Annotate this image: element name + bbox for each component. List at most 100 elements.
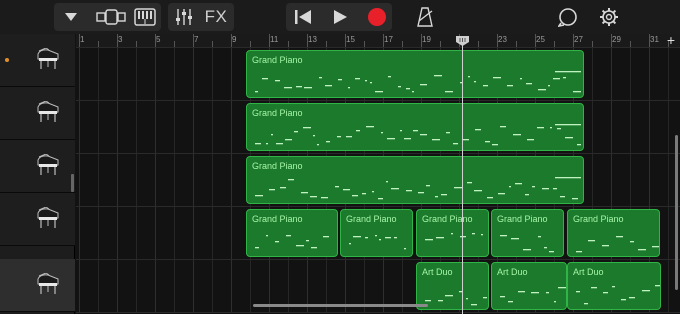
track-header[interactable] <box>0 87 75 140</box>
fx-label: FX <box>204 7 228 26</box>
loop-icon[interactable] <box>555 3 581 31</box>
grid-line <box>155 154 156 206</box>
track-header[interactable] <box>0 259 75 312</box>
playhead-line <box>462 40 463 314</box>
ruler-tick <box>478 41 479 47</box>
midi-region[interactable]: Grand Piano <box>246 103 584 151</box>
grid-line <box>231 207 232 259</box>
midi-region[interactable]: Grand Piano <box>416 209 489 257</box>
grid-line <box>98 48 99 100</box>
grid-line <box>193 260 194 312</box>
grid-line <box>79 207 80 259</box>
ruler-tick <box>516 41 517 47</box>
fx-button[interactable]: FX <box>202 3 230 31</box>
bar-number: 9 <box>232 35 237 44</box>
midi-region[interactable]: Grand Piano <box>246 209 338 257</box>
grid-line <box>98 260 99 312</box>
bar-number: 19 <box>422 35 431 44</box>
ruler-tick <box>554 41 555 47</box>
midi-region[interactable]: Grand Piano <box>246 50 584 98</box>
vertical-scrollbar[interactable] <box>675 135 678 290</box>
keyboard-icon[interactable] <box>132 3 158 31</box>
grid-line <box>212 154 213 206</box>
ruler-tick <box>250 41 251 47</box>
ruler-tick <box>345 34 346 47</box>
region-name: Art Duo <box>573 267 604 277</box>
ruler-tick <box>649 34 650 47</box>
midi-region[interactable]: Art Duo <box>567 262 661 310</box>
grid-line <box>231 260 232 312</box>
grid-line <box>136 48 137 100</box>
grid-line <box>117 154 118 206</box>
region-name: Art Duo <box>422 267 453 277</box>
midi-region[interactable]: Grand Piano <box>246 156 584 204</box>
grid-line <box>611 154 612 206</box>
grid-line <box>630 101 631 153</box>
midi-region[interactable]: Art Duo <box>491 262 567 310</box>
grid-line <box>155 207 156 259</box>
bar-number: 17 <box>384 35 393 44</box>
grid-line <box>155 260 156 312</box>
grid-line <box>592 48 593 100</box>
bar-number: 13 <box>308 35 317 44</box>
ruler-tick <box>592 41 593 47</box>
grid-line <box>668 154 669 206</box>
grid-line <box>174 260 175 312</box>
grid-line <box>174 48 175 100</box>
grid-line <box>668 101 669 153</box>
dropdown-icon[interactable] <box>58 3 84 31</box>
ruler-tick <box>212 41 213 47</box>
grid-line <box>155 101 156 153</box>
ruler-tick <box>402 41 403 47</box>
ruler-tick <box>421 34 422 47</box>
mixer-icon[interactable] <box>172 3 196 31</box>
play-icon[interactable] <box>325 3 355 31</box>
grand-piano-icon[interactable] <box>36 206 60 234</box>
timeline-ruler[interactable]: + 135791113151719212325272931 <box>76 32 680 48</box>
midi-region[interactable]: Grand Piano <box>491 209 564 257</box>
grid-line <box>649 48 650 100</box>
midi-region[interactable]: Art Duo <box>416 262 489 310</box>
rewind-icon[interactable] <box>288 3 318 31</box>
track-header[interactable] <box>0 34 75 87</box>
grid-line <box>630 154 631 206</box>
header-resize-handle[interactable] <box>71 174 74 192</box>
grid-line <box>79 260 80 312</box>
grid-line <box>630 48 631 100</box>
ruler-tick <box>364 41 365 47</box>
grand-piano-icon[interactable] <box>36 47 60 75</box>
track-header[interactable] <box>0 140 75 193</box>
tracks-area[interactable]: Grand Piano Grand Piano Grand Piano Grand P… <box>76 48 680 314</box>
grid-line <box>212 207 213 259</box>
bar-number: 25 <box>536 35 545 44</box>
grid-line <box>212 260 213 312</box>
playhead-handle[interactable] <box>455 35 470 47</box>
horizontal-scrollbar[interactable] <box>253 304 428 307</box>
grid-line <box>79 101 80 153</box>
grand-piano-icon[interactable] <box>36 272 60 300</box>
grand-piano-icon[interactable] <box>36 153 60 181</box>
track-header[interactable] <box>0 193 75 246</box>
grid-line <box>250 260 251 312</box>
ruler-tick <box>231 34 232 47</box>
browser-view-icon[interactable] <box>94 3 128 31</box>
bar-number: 1 <box>80 35 85 44</box>
grid-line <box>79 48 80 100</box>
grid-line <box>79 154 80 206</box>
grid-line <box>136 260 137 312</box>
grand-piano-icon[interactable] <box>36 100 60 128</box>
grid-line <box>212 101 213 153</box>
grid-line <box>668 260 669 312</box>
metronome-icon[interactable] <box>412 3 438 31</box>
settings-icon[interactable] <box>596 3 622 31</box>
grid-line <box>592 101 593 153</box>
grid-line <box>98 207 99 259</box>
midi-region[interactable]: Grand Piano <box>340 209 413 257</box>
record-icon[interactable] <box>362 3 392 31</box>
ruler-tick <box>117 34 118 47</box>
grid-line <box>117 101 118 153</box>
ruler-tick <box>630 41 631 47</box>
midi-region[interactable]: Grand Piano <box>567 209 660 257</box>
region-name: Grand Piano <box>252 161 303 171</box>
grid-line <box>212 48 213 100</box>
